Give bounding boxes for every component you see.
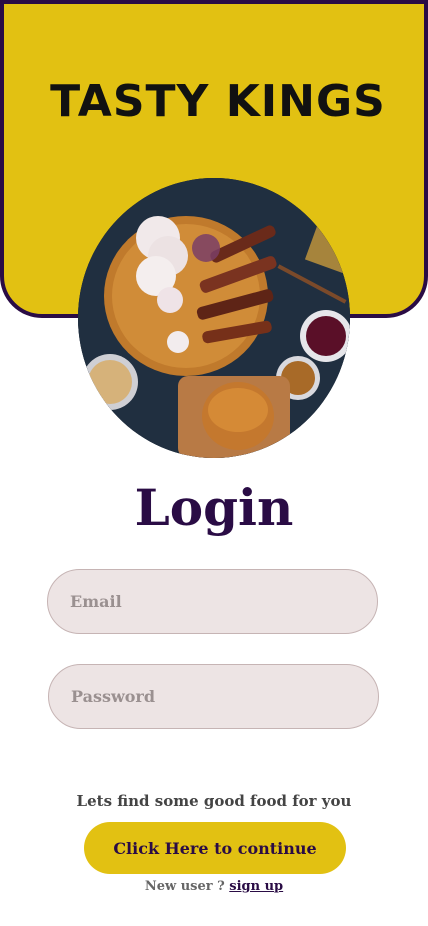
password-input[interactable]	[48, 664, 379, 729]
login-title: Login	[134, 478, 294, 537]
new-user-text: New user ?	[144, 879, 230, 894]
brand-title: TASTY KINGS	[50, 76, 386, 127]
continue-button[interactable]: Click Here to continue	[84, 822, 346, 874]
signup-link[interactable]: sign up	[229, 879, 283, 894]
signup-row: New user ? sign up	[0, 879, 428, 894]
food-platter-image	[78, 178, 350, 458]
email-input[interactable]	[47, 569, 378, 634]
hero-food-image	[78, 178, 350, 458]
tagline-text: Lets find some good food for you	[76, 792, 352, 810]
